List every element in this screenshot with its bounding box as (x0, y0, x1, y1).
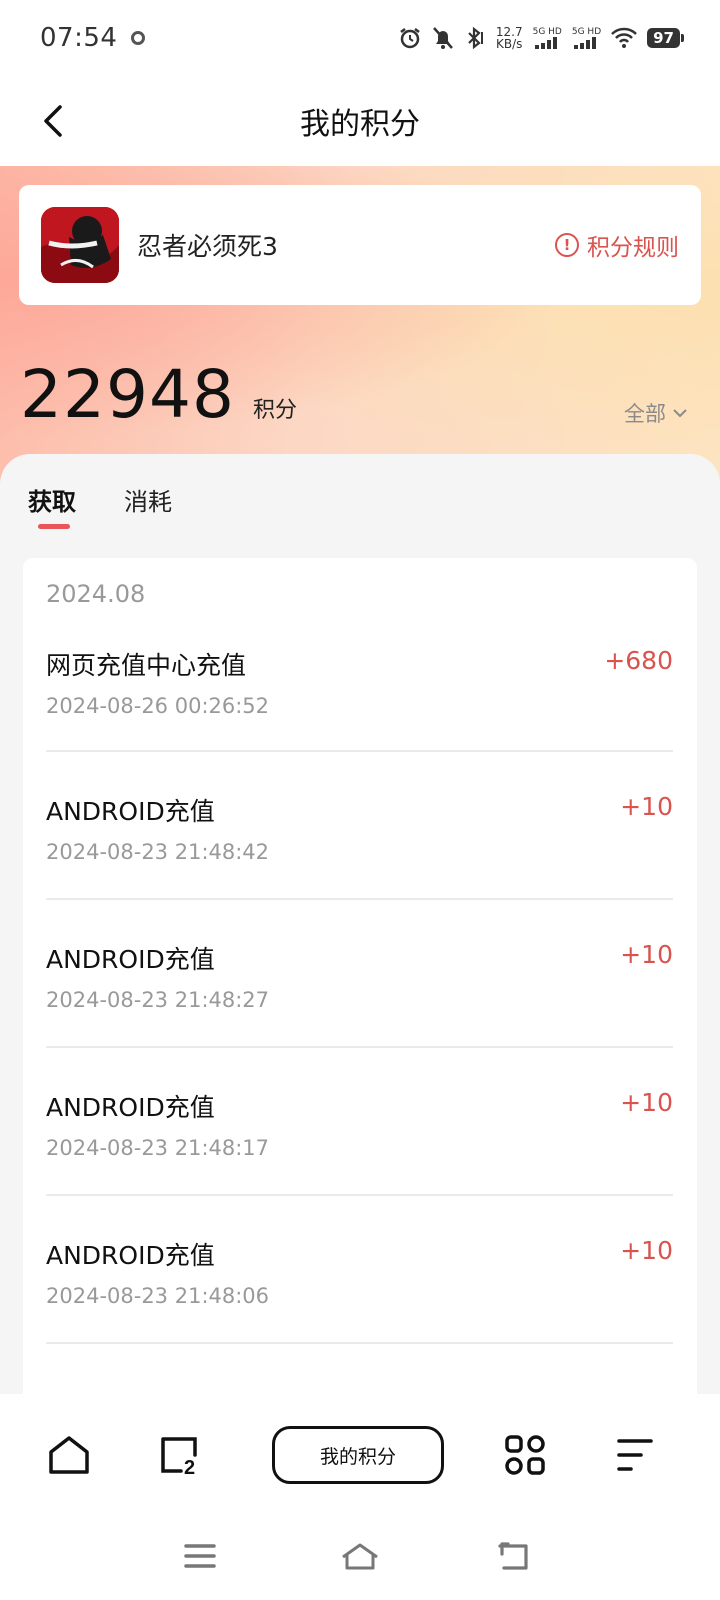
record-time: 2024-08-23 21:48:42 (46, 840, 270, 864)
menu-button[interactable] (612, 1432, 658, 1478)
signal-bars-icon (573, 37, 596, 49)
record-title: ANDROID充值 (46, 1241, 215, 1270)
points-rules-link[interactable]: ! 积分规则 (555, 228, 679, 262)
list-item: ANDROID充值 2024-08-23 21:48:42 +10 (46, 752, 673, 900)
bluetooth-icon (468, 26, 483, 50)
browser-bottom-bar: 2 我的积分 (0, 1394, 720, 1518)
home-icon (49, 1436, 89, 1474)
record-time: 2024-08-23 21:48:27 (46, 988, 270, 1012)
signal-2: 5G HD (572, 27, 601, 49)
record-title: ANDROID充值 (46, 945, 215, 974)
back-icon (498, 1542, 528, 1570)
status-bar: 07:54 12.7 KB/s 5G HD 5G HD 97 (0, 0, 720, 76)
record-amount: +680 (604, 646, 673, 675)
tabs-icon: 2 (161, 1437, 197, 1477)
game-card: 忍者必须死3 ! 积分规则 (19, 185, 701, 305)
game-logo-icon (41, 207, 119, 283)
tab-spend[interactable]: 消耗 (124, 482, 172, 529)
recents-button[interactable] (180, 1536, 220, 1576)
wifi-icon (611, 27, 638, 48)
status-time: 07:54 (40, 23, 146, 53)
menu-icon (617, 1439, 653, 1471)
signal-bars-icon (534, 37, 557, 49)
month-header: 2024.08 (46, 580, 146, 608)
points-rules-label: 积分规则 (587, 235, 679, 261)
points-value: 22948 (20, 356, 235, 433)
my-points-button[interactable]: 我的积分 (272, 1426, 444, 1484)
system-nav-bar (0, 1518, 720, 1600)
record-title: ANDROID充值 (46, 797, 215, 826)
apps-grid-icon (505, 1435, 545, 1475)
game-name: 忍者必须死3 (137, 232, 278, 261)
signal-1: 5G HD (533, 27, 562, 49)
filter-label: 全部 (624, 402, 666, 426)
net-speed: 12.7 KB/s (496, 26, 523, 50)
top-header: 我的积分 (0, 76, 720, 166)
list-item: ANDROID充值 2024-08-23 21:48:27 +10 (46, 900, 673, 1048)
chevron-left-icon (44, 105, 62, 137)
net-speed-unit: KB/s (496, 37, 523, 51)
alarm-icon (400, 28, 420, 49)
system-back-button[interactable] (494, 1536, 534, 1576)
record-time: 2024-08-26 00:26:52 (46, 694, 270, 718)
clock-text: 07:54 (40, 23, 118, 53)
system-home-button[interactable] (340, 1536, 380, 1576)
mute-bell-icon (432, 27, 453, 49)
record-time: 2024-08-23 21:48:06 (46, 1284, 270, 1308)
apps-button[interactable] (502, 1432, 548, 1478)
points-unit: 积分 (252, 398, 297, 423)
page-title: 我的积分 (300, 107, 420, 142)
signal-1-label: 5G HD (532, 27, 562, 37)
record-title: ANDROID充值 (46, 1093, 215, 1122)
back-button[interactable] (28, 96, 78, 146)
home-button[interactable] (46, 1432, 92, 1478)
record-title: 网页充值中心充值 (46, 651, 247, 680)
recents-icon (184, 1544, 216, 1568)
records-panel: 获取 消耗 2024.08 网页充值中心充值 2024-08-26 00:26:… (0, 454, 720, 1394)
status-icons: 12.7 KB/s 5G HD 5G HD 97 (398, 26, 684, 50)
alert-info-icon: ! (555, 233, 579, 257)
filter-dropdown[interactable]: 全部 (624, 398, 688, 428)
chevron-down-icon (673, 409, 687, 418)
points-summary: 22948 积分 (20, 356, 297, 433)
record-amount: +10 (620, 1088, 673, 1117)
list-item: ANDROID充值 2024-08-23 21:48:17 +10 (46, 1048, 673, 1196)
list-item: 网页充值中心充值 2024-08-26 00:26:52 +680 (46, 626, 673, 752)
records-tabs: 获取 消耗 (28, 482, 172, 529)
record-amount: +10 (620, 792, 673, 821)
notification-dot-icon (131, 31, 146, 45)
list-item: ANDROID充值 2024-08-23 21:48:06 +10 (46, 1196, 673, 1344)
record-amount: +10 (620, 1236, 673, 1265)
tab-earn[interactable]: 获取 (28, 482, 76, 529)
records-list: 2024.08 网页充值中心充值 2024-08-26 00:26:52 +68… (23, 558, 697, 1394)
points-hero: 忍者必须死3 ! 积分规则 22948 积分 全部 (0, 166, 720, 486)
battery-icon: 97 (647, 28, 684, 48)
record-amount: +10 (620, 940, 673, 969)
tabs-button[interactable]: 2 (156, 1432, 202, 1478)
home-icon (342, 1543, 378, 1570)
record-time: 2024-08-23 21:48:17 (46, 1136, 270, 1160)
tabs-count: 2 (184, 1457, 195, 1477)
signal-2-label: 5G HD (571, 27, 602, 37)
